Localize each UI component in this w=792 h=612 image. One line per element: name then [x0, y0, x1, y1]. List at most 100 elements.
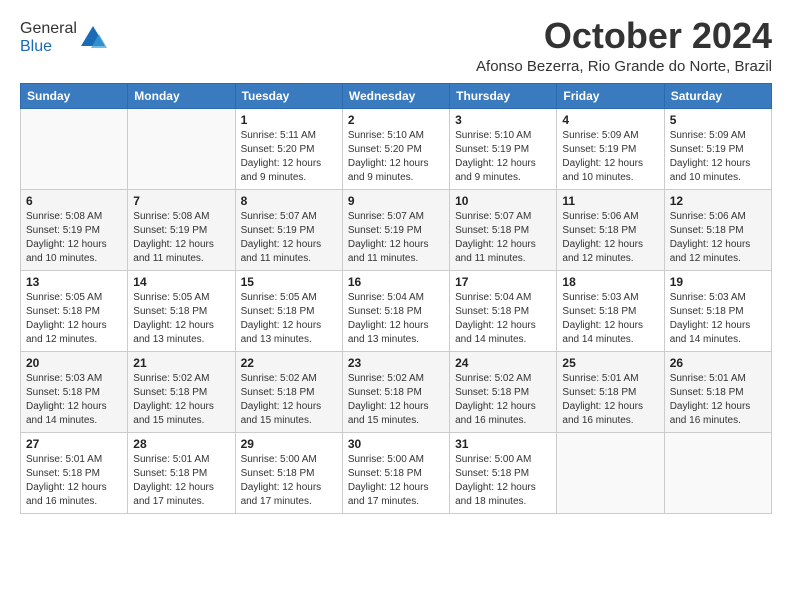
day-number: 30 — [348, 437, 444, 451]
calendar-cell: 4 Sunrise: 5:09 AM Sunset: 5:19 PM Daylig… — [557, 108, 664, 189]
calendar-cell: 29 Sunrise: 5:00 AM Sunset: 5:18 PM Dayli… — [235, 432, 342, 513]
day-info: Sunrise: 5:07 AM Sunset: 5:19 PM Dayligh… — [241, 210, 337, 266]
calendar-week-row: 27 Sunrise: 5:01 AM Sunset: 5:18 PM Dayli… — [21, 432, 772, 513]
day-number: 2 — [348, 113, 444, 127]
day-of-week-header: Monday — [128, 83, 235, 108]
day-number: 14 — [133, 275, 229, 289]
day-of-week-header: Wednesday — [342, 83, 449, 108]
calendar-cell: 1 Sunrise: 5:11 AM Sunset: 5:20 PM Daylig… — [235, 108, 342, 189]
calendar-cell: 8 Sunrise: 5:07 AM Sunset: 5:19 PM Daylig… — [235, 189, 342, 270]
day-info: Sunrise: 5:05 AM Sunset: 5:18 PM Dayligh… — [133, 291, 229, 347]
calendar-cell: 7 Sunrise: 5:08 AM Sunset: 5:19 PM Daylig… — [128, 189, 235, 270]
calendar-cell — [128, 108, 235, 189]
calendar-cell: 21Sunrise: 5:02 AM Sunset: 5:18 PM Dayli… — [128, 351, 235, 432]
day-number: 24 — [455, 356, 551, 370]
logo-blue-text: Blue — [20, 38, 52, 55]
calendar-cell: 23 Sunrise: 5:02 AM Sunset: 5:18 PM Dayli… — [342, 351, 449, 432]
day-number: 29 — [241, 437, 337, 451]
calendar-cell: 28Sunrise: 5:01 AM Sunset: 5:18 PM Dayli… — [128, 432, 235, 513]
day-number: 11 — [562, 194, 658, 208]
logo-icon — [79, 24, 107, 52]
calendar-cell: 14 Sunrise: 5:05 AM Sunset: 5:18 PM Dayli… — [128, 270, 235, 351]
day-number: 26 — [670, 356, 766, 370]
day-info: Sunrise: 5:01 AM Sunset: 5:18 PM Dayligh… — [562, 372, 658, 428]
month-title: October 2024 — [476, 16, 772, 56]
day-number: 16 — [348, 275, 444, 289]
calendar-cell: 18 Sunrise: 5:03 AM Sunset: 5:18 PM Dayli… — [557, 270, 664, 351]
day-info: Sunrise: 5:02 AM Sunset: 5:18 PM Dayligh… — [133, 372, 229, 428]
day-number: 22 — [241, 356, 337, 370]
day-info: Sunrise: 5:10 AM Sunset: 5:20 PM Dayligh… — [348, 129, 444, 185]
day-info: Sunrise: 5:00 AM Sunset: 5:18 PM Dayligh… — [455, 453, 551, 509]
day-number: 4 — [562, 113, 658, 127]
day-number: 8 — [241, 194, 337, 208]
day-info: Sunrise: 5:03 AM Sunset: 5:18 PM Dayligh… — [670, 291, 766, 347]
calendar-cell: 30 Sunrise: 5:00 AM Sunset: 5:18 PM Dayli… — [342, 432, 449, 513]
calendar-cell: 26Sunrise: 5:01 AM Sunset: 5:18 PM Dayli… — [664, 351, 771, 432]
day-number: 31 — [455, 437, 551, 451]
day-of-week-header: Friday — [557, 83, 664, 108]
day-info: Sunrise: 5:09 AM Sunset: 5:19 PM Dayligh… — [562, 129, 658, 185]
day-info: Sunrise: 5:06 AM Sunset: 5:18 PM Dayligh… — [670, 210, 766, 266]
day-info: Sunrise: 5:05 AM Sunset: 5:18 PM Dayligh… — [241, 291, 337, 347]
day-info: Sunrise: 5:00 AM Sunset: 5:18 PM Dayligh… — [241, 453, 337, 509]
calendar-cell: 12 Sunrise: 5:06 AM Sunset: 5:18 PM Dayli… — [664, 189, 771, 270]
day-number: 15 — [241, 275, 337, 289]
calendar-cell: 16 Sunrise: 5:04 AM Sunset: 5:18 PM Dayli… — [342, 270, 449, 351]
day-info: Sunrise: 5:06 AM Sunset: 5:18 PM Dayligh… — [562, 210, 658, 266]
day-number: 19 — [670, 275, 766, 289]
day-number: 1 — [241, 113, 337, 127]
day-number: 18 — [562, 275, 658, 289]
day-number: 25 — [562, 356, 658, 370]
calendar-cell: 17Sunrise: 5:04 AM Sunset: 5:18 PM Dayli… — [450, 270, 557, 351]
day-number: 5 — [670, 113, 766, 127]
calendar-cell: 9Sunrise: 5:07 AM Sunset: 5:19 PM Daylig… — [342, 189, 449, 270]
day-info: Sunrise: 5:03 AM Sunset: 5:18 PM Dayligh… — [562, 291, 658, 347]
calendar-cell: 10 Sunrise: 5:07 AM Sunset: 5:18 PM Dayli… — [450, 189, 557, 270]
calendar-cell: 19 Sunrise: 5:03 AM Sunset: 5:18 PM Dayli… — [664, 270, 771, 351]
calendar-cell — [557, 432, 664, 513]
day-number: 17 — [455, 275, 551, 289]
day-of-week-header: Tuesday — [235, 83, 342, 108]
calendar-cell: 25 Sunrise: 5:01 AM Sunset: 5:18 PM Dayli… — [557, 351, 664, 432]
calendar-cell: 22 Sunrise: 5:02 AM Sunset: 5:18 PM Dayli… — [235, 351, 342, 432]
location-title: Afonso Bezerra, Rio Grande do Norte, Bra… — [476, 58, 772, 75]
day-number: 7 — [133, 194, 229, 208]
calendar-cell: 5 Sunrise: 5:09 AM Sunset: 5:19 PM Daylig… — [664, 108, 771, 189]
day-number: 10 — [455, 194, 551, 208]
day-info: Sunrise: 5:08 AM Sunset: 5:19 PM Dayligh… — [26, 210, 122, 266]
calendar-cell: 3 Sunrise: 5:10 AM Sunset: 5:19 PM Daylig… — [450, 108, 557, 189]
day-info: Sunrise: 5:07 AM Sunset: 5:18 PM Dayligh… — [455, 210, 551, 266]
calendar-cell — [21, 108, 128, 189]
day-info: Sunrise: 5:01 AM Sunset: 5:18 PM Dayligh… — [26, 453, 122, 509]
calendar-table: SundayMondayTuesdayWednesdayThursdayFrid… — [20, 83, 772, 514]
calendar-cell: 24 Sunrise: 5:02 AM Sunset: 5:18 PM Dayli… — [450, 351, 557, 432]
day-info: Sunrise: 5:02 AM Sunset: 5:18 PM Dayligh… — [455, 372, 551, 428]
logo-general-text: General — [20, 20, 77, 37]
day-of-week-header: Thursday — [450, 83, 557, 108]
day-number: 23 — [348, 356, 444, 370]
calendar-cell: 31 Sunrise: 5:00 AM Sunset: 5:18 PM Dayli… — [450, 432, 557, 513]
calendar-week-row: 1 Sunrise: 5:11 AM Sunset: 5:20 PM Daylig… — [21, 108, 772, 189]
day-info: Sunrise: 5:03 AM Sunset: 5:18 PM Dayligh… — [26, 372, 122, 428]
day-info: Sunrise: 5:02 AM Sunset: 5:18 PM Dayligh… — [348, 372, 444, 428]
calendar-cell: 2 Sunrise: 5:10 AM Sunset: 5:20 PM Daylig… — [342, 108, 449, 189]
day-number: 28 — [133, 437, 229, 451]
day-number: 27 — [26, 437, 122, 451]
day-info: Sunrise: 5:10 AM Sunset: 5:19 PM Dayligh… — [455, 129, 551, 185]
day-info: Sunrise: 5:00 AM Sunset: 5:18 PM Dayligh… — [348, 453, 444, 509]
calendar-cell: 20Sunrise: 5:03 AM Sunset: 5:18 PM Dayli… — [21, 351, 128, 432]
day-info: Sunrise: 5:09 AM Sunset: 5:19 PM Dayligh… — [670, 129, 766, 185]
calendar-cell: 11 Sunrise: 5:06 AM Sunset: 5:18 PM Dayli… — [557, 189, 664, 270]
day-number: 3 — [455, 113, 551, 127]
calendar-week-row: 13Sunrise: 5:05 AM Sunset: 5:18 PM Dayli… — [21, 270, 772, 351]
day-of-week-header: Saturday — [664, 83, 771, 108]
calendar-header-row: SundayMondayTuesdayWednesdayThursdayFrid… — [21, 83, 772, 108]
day-number: 12 — [670, 194, 766, 208]
day-info: Sunrise: 5:11 AM Sunset: 5:20 PM Dayligh… — [241, 129, 337, 185]
day-info: Sunrise: 5:02 AM Sunset: 5:18 PM Dayligh… — [241, 372, 337, 428]
day-number: 9 — [348, 194, 444, 208]
day-info: Sunrise: 5:05 AM Sunset: 5:18 PM Dayligh… — [26, 291, 122, 347]
day-info: Sunrise: 5:08 AM Sunset: 5:19 PM Dayligh… — [133, 210, 229, 266]
day-info: Sunrise: 5:04 AM Sunset: 5:18 PM Dayligh… — [348, 291, 444, 347]
